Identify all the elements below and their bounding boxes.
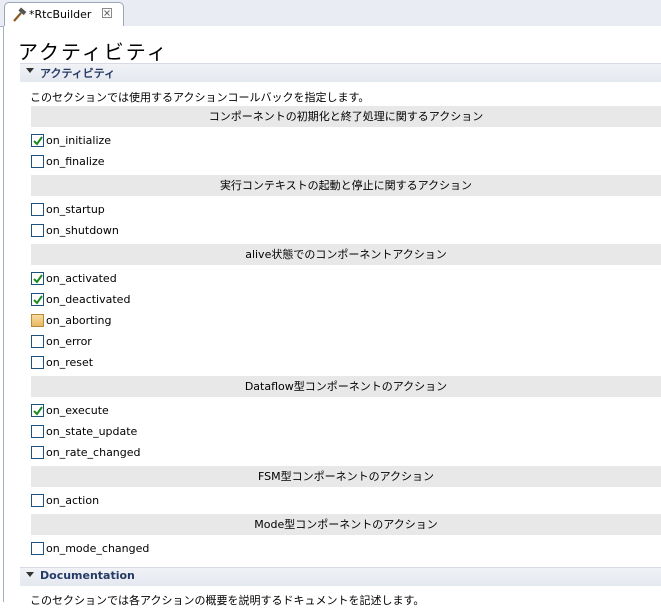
checkbox-label: on_shutdown (46, 224, 119, 237)
checkbox[interactable] (31, 155, 44, 168)
checkbox[interactable] (31, 272, 44, 285)
checkbox[interactable] (31, 356, 44, 369)
page-title: アクティビティ (18, 40, 169, 64)
checkbox-label: on_mode_changed (46, 542, 150, 555)
hammer-icon (11, 7, 27, 23)
group-header: FSM型コンポーネントのアクション (31, 466, 661, 487)
section-header-documentation[interactable]: Documentation (20, 567, 661, 586)
checkbox-label: on_rate_changed (46, 446, 141, 459)
checkbox-label: on_state_update (46, 425, 138, 438)
checkbox[interactable] (31, 293, 44, 306)
group-header: alive状態でのコンポーネントアクション (31, 244, 661, 265)
close-icon[interactable] (101, 8, 113, 20)
checkbox-label: on_activated (46, 272, 117, 285)
checkbox[interactable] (31, 224, 44, 237)
checkbox[interactable] (31, 203, 44, 216)
checkbox[interactable] (31, 404, 44, 417)
check-icon (33, 274, 43, 284)
group-header: Dataflow型コンポーネントのアクション (31, 376, 661, 397)
checkbox[interactable] (31, 542, 44, 555)
checkbox-label: on_action (46, 494, 100, 507)
group-header: 実行コンテキストの起動と停止に関するアクション (31, 175, 661, 196)
section-title: Documentation (40, 569, 135, 582)
editor-tab-bar: *RtcBuilder (0, 0, 661, 27)
checkbox[interactable] (31, 335, 44, 348)
checkbox-label: on_deactivated (46, 293, 131, 306)
checkbox[interactable] (31, 134, 44, 147)
section-header-activity[interactable]: アクティビティ (20, 63, 661, 82)
section-description: このセクションでは使用するアクションコールバックを指定します。 (30, 91, 370, 104)
checkbox[interactable] (31, 425, 44, 438)
section-title: アクティビティ (40, 67, 116, 80)
tab-label: *RtcBuilder (29, 8, 92, 21)
checkbox-label: on_error (46, 335, 92, 348)
checkbox[interactable] (31, 494, 44, 507)
group-header: Mode型コンポーネントのアクション (31, 514, 661, 535)
checkbox-label: on_reset (46, 356, 94, 369)
checkbox[interactable] (31, 314, 44, 327)
checkbox-label: on_initialize (46, 134, 112, 147)
collapse-arrow-icon[interactable] (26, 68, 34, 73)
check-icon (33, 136, 43, 146)
check-icon (33, 295, 43, 305)
checkbox-label: on_execute (46, 404, 109, 417)
checkbox-label: on_aborting (46, 314, 112, 327)
group-header: コンポーネントの初期化と終了処理に関するアクション (31, 106, 661, 127)
collapse-arrow-icon[interactable] (26, 572, 34, 577)
checkbox[interactable] (31, 446, 44, 459)
documentation-description: このセクションでは各アクションの概要を説明するドキュメントを記述します。 (30, 594, 425, 607)
tab-rtcbuilder[interactable]: *RtcBuilder (4, 2, 124, 26)
checkbox-label: on_startup (46, 203, 105, 216)
checkbox-label: on_finalize (46, 155, 105, 168)
check-icon (33, 406, 43, 416)
